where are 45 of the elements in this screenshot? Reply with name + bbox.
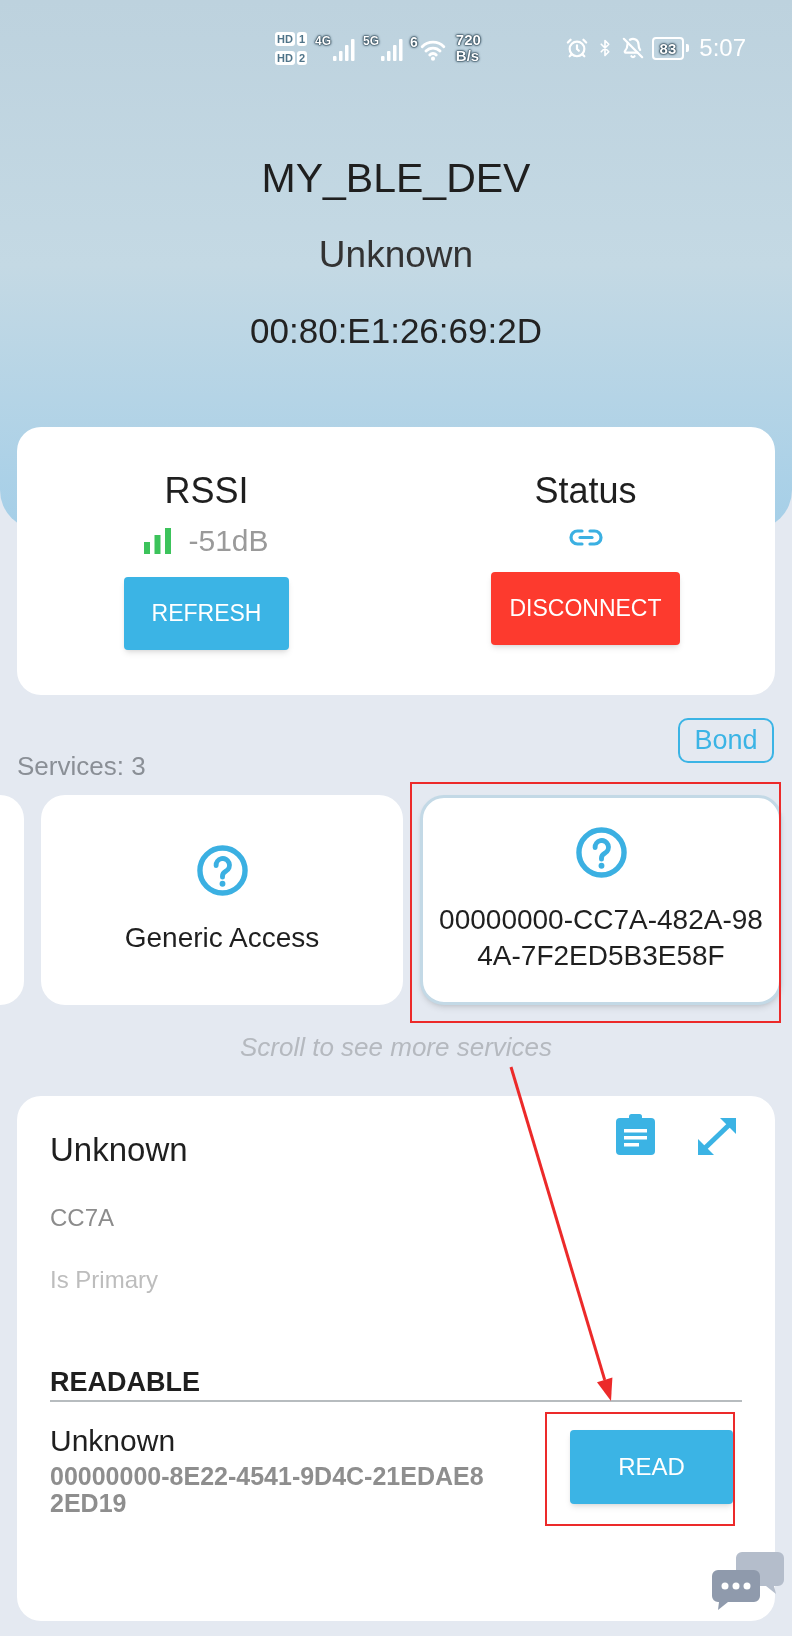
expand-icon[interactable] bbox=[698, 1118, 736, 1155]
sim-slot-badge: 1 bbox=[296, 31, 307, 46]
status-label: Status bbox=[534, 469, 637, 513]
cellular-signal-icon bbox=[333, 39, 356, 61]
refresh-button[interactable]: REFRESH bbox=[124, 577, 289, 650]
primary-label: Is Primary bbox=[50, 1265, 158, 1295]
wifi-generation-label: 6 bbox=[410, 35, 418, 50]
question-circle-icon bbox=[575, 826, 627, 878]
network-type-label: 5G bbox=[363, 35, 380, 48]
network-speed-unit: B/s bbox=[455, 48, 481, 64]
alarm-clock-icon bbox=[565, 37, 588, 59]
sim-slot-badge: 2 bbox=[296, 50, 307, 65]
battery-indicator: 83 bbox=[651, 36, 690, 60]
network-type-label: 4G bbox=[315, 35, 332, 48]
disconnect-button[interactable]: DISCONNECT bbox=[491, 572, 680, 645]
chat-bubbles-icon[interactable] bbox=[712, 1552, 784, 1610]
characteristic-name: Unknown bbox=[50, 1423, 176, 1459]
clock-time: 5:07 bbox=[699, 34, 746, 62]
bond-button[interactable]: Bond bbox=[678, 718, 774, 763]
device-address: 00:80:E1:26:69:2D bbox=[250, 311, 542, 351]
clipboard-icon[interactable] bbox=[616, 1114, 655, 1155]
services-count: Services: 3 bbox=[17, 750, 146, 782]
hd-badge: HD bbox=[275, 31, 295, 46]
service-name: 00000000-CC7A-482A-984A-7F2ED5B3E58F bbox=[438, 902, 764, 973]
service-name: Generic Access bbox=[123, 920, 321, 955]
signal-strength-icon bbox=[144, 528, 172, 554]
rssi-label: RSSI bbox=[164, 469, 249, 513]
section-title: READABLE bbox=[50, 1366, 200, 1399]
network-speed-value: 720 bbox=[455, 32, 481, 48]
rssi-reading: -51dB bbox=[188, 523, 269, 559]
device-name: MY_BLE_DEV bbox=[261, 154, 531, 203]
read-button[interactable]: READ bbox=[570, 1430, 733, 1504]
bell-off-icon bbox=[621, 37, 644, 59]
service-card[interactable]: Generic Access bbox=[41, 795, 403, 1005]
link-icon bbox=[568, 529, 603, 546]
cellular-signal-icon bbox=[381, 39, 404, 61]
characteristic-uuid: 00000000-8E22-4541-9D4C-21EDAE82ED19 bbox=[50, 1463, 485, 1517]
question-circle-icon bbox=[196, 844, 248, 896]
service-card[interactable]: 00000000-CC7A-482A-984A-7F2ED5B3E58F bbox=[420, 795, 782, 1005]
wifi-icon bbox=[419, 39, 446, 61]
service-card[interactable] bbox=[0, 795, 24, 1005]
device-type: Unknown bbox=[318, 235, 474, 275]
hd-badge: HD bbox=[275, 50, 295, 65]
service-title: Unknown bbox=[50, 1130, 188, 1170]
service-short-uuid: CC7A bbox=[50, 1203, 115, 1233]
